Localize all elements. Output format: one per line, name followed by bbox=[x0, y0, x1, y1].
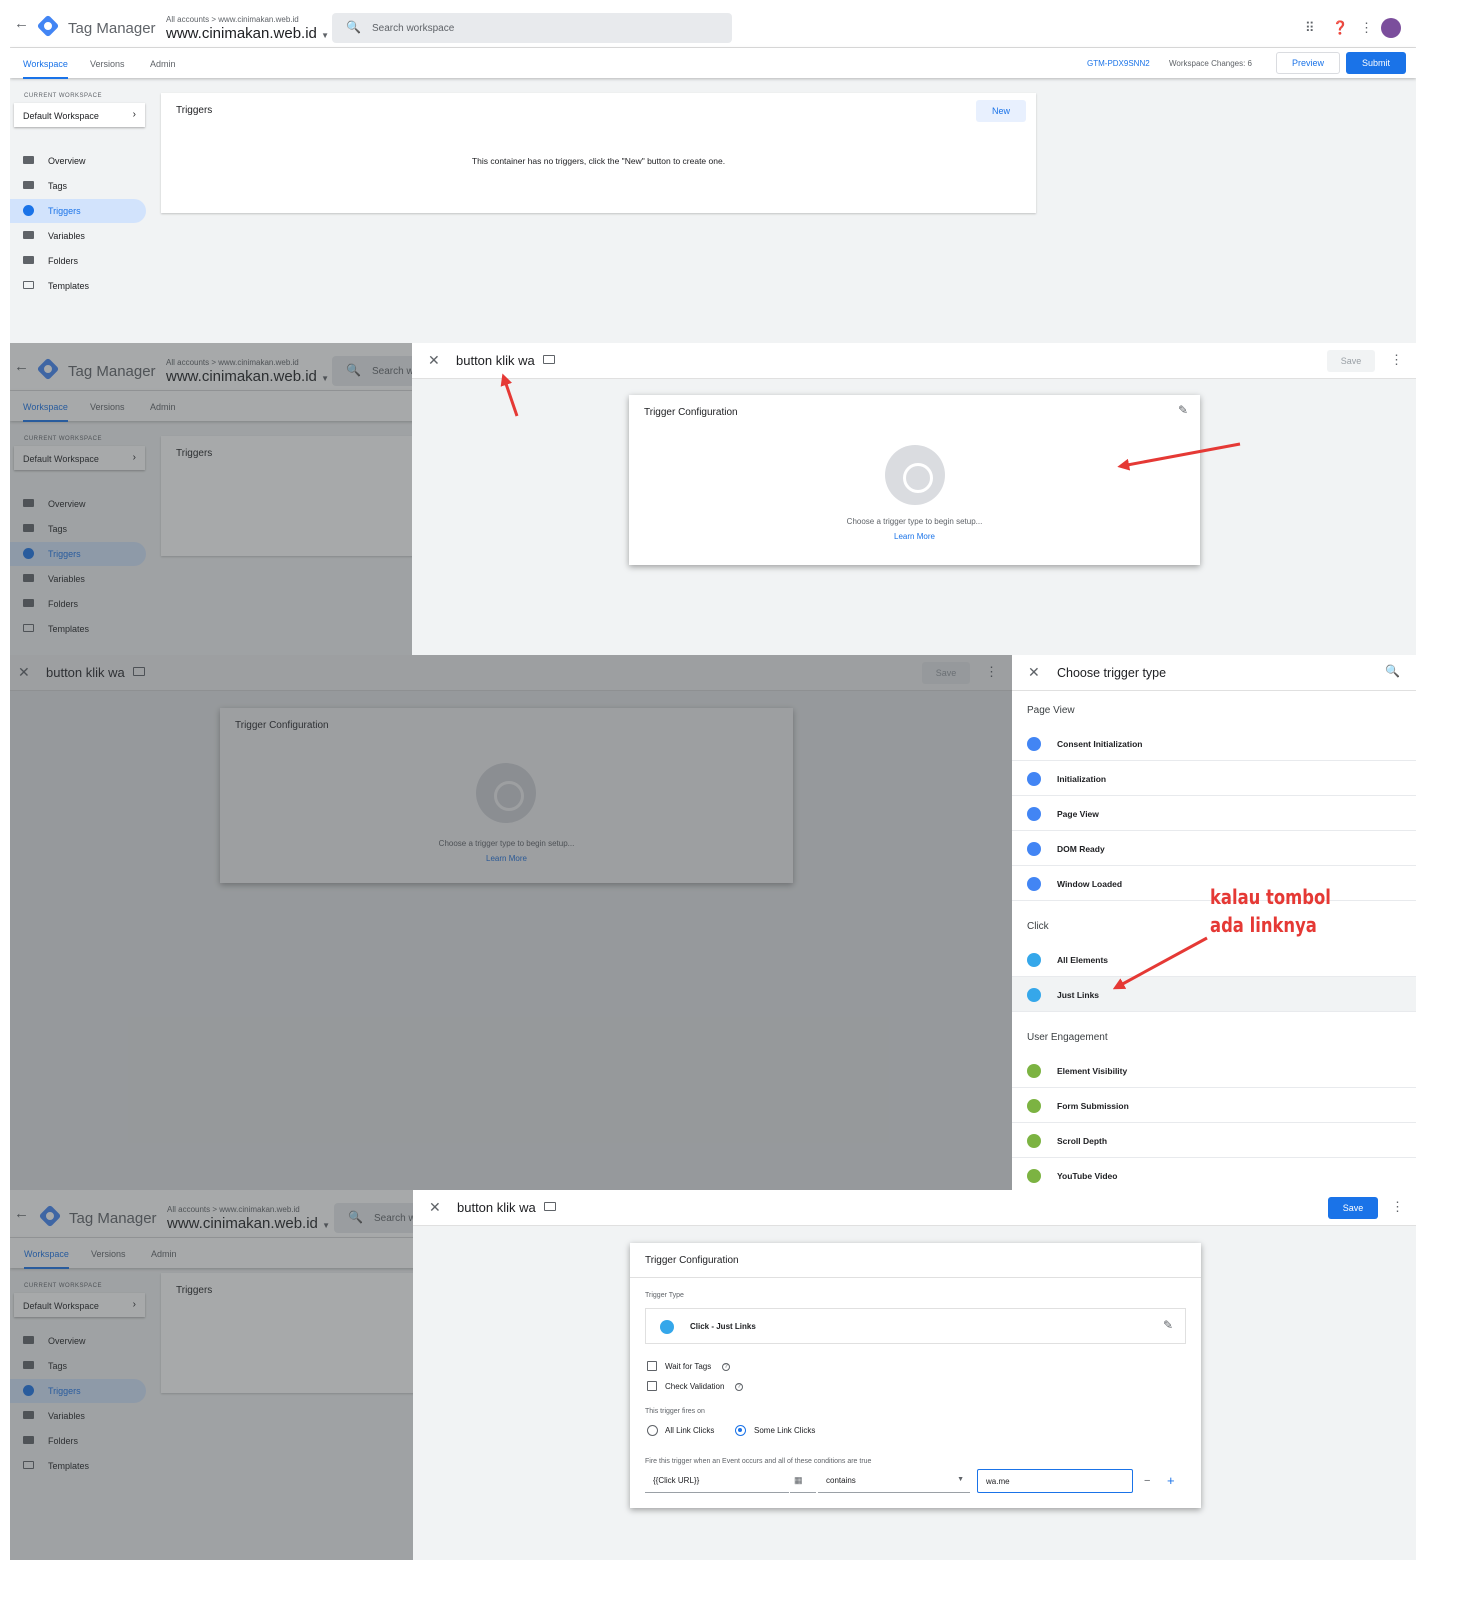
preview-button[interactable]: Preview bbox=[1276, 52, 1340, 74]
folder-icon[interactable] bbox=[544, 1202, 556, 1211]
condition-operator-value: contains bbox=[826, 1476, 856, 1485]
apps-grid-icon[interactable]: ⠿ bbox=[1305, 20, 1315, 36]
add-condition-button[interactable]: + bbox=[1167, 1473, 1175, 1488]
sidebar-item-templates[interactable]: Templates bbox=[10, 274, 146, 298]
trigger-type-value: Click - Just Links bbox=[690, 1322, 756, 1331]
arrow-to-just-links bbox=[1112, 936, 1208, 990]
help-icon[interactable]: ? bbox=[722, 1363, 730, 1371]
trigger-name[interactable]: button klik wa bbox=[457, 1200, 536, 1215]
sidebar-item-label: Triggers bbox=[48, 206, 81, 216]
annotation-arrows bbox=[500, 373, 1241, 471]
tab-admin[interactable]: Admin bbox=[150, 59, 176, 69]
divider bbox=[630, 1277, 1201, 1278]
tab-versions[interactable]: Versions bbox=[90, 59, 125, 69]
screenshot-panel-1: ← Tag Manager All accounts > www.cinimak… bbox=[10, 0, 1416, 343]
tab-bar: Workspace Versions Admin GTM-PDX9SNN2 Wo… bbox=[10, 48, 1416, 79]
arrow-to-trigger-configuration bbox=[1117, 442, 1241, 471]
search-bar[interactable]: 🔍 Search workspace bbox=[332, 13, 732, 43]
screenshot-panel-4: ← Tag Manager All accounts > www.cinimak… bbox=[10, 1190, 1416, 1560]
container-id[interactable]: GTM-PDX9SNN2 bbox=[1087, 59, 1150, 68]
condition-label: Fire this trigger when an Event occurs a… bbox=[645, 1458, 872, 1465]
condition-value-text: wa.me bbox=[986, 1477, 1010, 1486]
close-icon[interactable]: ✕ bbox=[429, 1199, 441, 1216]
some-link-clicks-radio[interactable] bbox=[735, 1425, 746, 1436]
trigger-configuration-card: Trigger Configuration Trigger Type Click… bbox=[630, 1243, 1201, 1508]
sidebar-item-tags[interactable]: Tags bbox=[10, 174, 146, 198]
trigger-editor: ✕ button klik wa Save ⋮ Trigger Configur… bbox=[413, 1190, 1416, 1560]
condition-variable-value: {{Click URL}} bbox=[653, 1476, 700, 1485]
editor-header: ✕ button klik wa Save ⋮ bbox=[413, 1190, 1416, 1226]
all-link-clicks-radio[interactable] bbox=[647, 1425, 658, 1436]
screenshot-panel-3: ✕ button klik wa Save ⋮ Trigger Configur… bbox=[10, 655, 1416, 1190]
chevron-right-icon: › bbox=[132, 109, 136, 120]
container-selector[interactable]: www.cinimakan.web.id ▼ bbox=[166, 25, 329, 42]
sidebar-item-folders[interactable]: Folders bbox=[10, 249, 146, 273]
check-validation-label: Check Validation bbox=[665, 1382, 725, 1391]
card-title: Triggers bbox=[176, 105, 213, 116]
variable-picker-icon[interactable]: ▦ bbox=[790, 1469, 816, 1493]
help-icon[interactable]: ? bbox=[735, 1383, 743, 1391]
some-link-clicks-label: Some Link Clicks bbox=[754, 1426, 816, 1435]
wait-for-tags-checkbox[interactable] bbox=[647, 1361, 657, 1371]
template-icon bbox=[23, 281, 34, 289]
sidebar-item-label: Tags bbox=[48, 181, 68, 191]
card-title: Trigger Configuration bbox=[645, 1255, 739, 1266]
submit-button[interactable]: Submit bbox=[1346, 52, 1406, 74]
new-trigger-button[interactable]: New bbox=[976, 100, 1026, 122]
sidebar-item-triggers[interactable]: Triggers bbox=[10, 199, 146, 223]
save-button[interactable]: Save bbox=[1328, 1197, 1378, 1219]
sidebar-item-label: Overview bbox=[48, 156, 86, 166]
help-icon[interactable]: ❓ bbox=[1332, 20, 1348, 36]
modal-scrim bbox=[10, 1190, 413, 1560]
link-icon bbox=[660, 1320, 674, 1334]
empty-state-message: This container has no triggers, click th… bbox=[471, 156, 726, 166]
trigger-icon bbox=[23, 205, 34, 216]
edit-pencil-icon[interactable]: ✎ bbox=[1163, 1318, 1173, 1332]
more-vert-icon[interactable]: ⋮ bbox=[1360, 20, 1373, 36]
sidebar-item-label: Variables bbox=[48, 231, 85, 241]
trigger-type-selector[interactable]: Click - Just Links ✎ bbox=[645, 1308, 1186, 1344]
condition-value-input[interactable]: wa.me bbox=[977, 1469, 1133, 1493]
search-input[interactable]: Search workspace bbox=[372, 23, 454, 34]
sidebar-item-variables[interactable]: Variables bbox=[10, 224, 146, 248]
tag-icon bbox=[23, 181, 34, 189]
all-link-clicks-label: All Link Clicks bbox=[665, 1426, 715, 1435]
top-bar: ← Tag Manager All accounts > www.cinimak… bbox=[10, 0, 1416, 48]
variables-icon bbox=[23, 231, 34, 239]
container-name: www.cinimakan.web.id bbox=[166, 25, 317, 42]
caret-down-icon: ▼ bbox=[321, 31, 329, 40]
sidebar-item-label: Folders bbox=[48, 256, 79, 266]
trigger-type-label: Trigger Type bbox=[645, 1292, 684, 1299]
fires-on-label: This trigger fires on bbox=[645, 1408, 705, 1415]
account-breadcrumb[interactable]: All accounts > www.cinimakan.web.id bbox=[166, 15, 299, 24]
overview-icon bbox=[23, 156, 34, 164]
workspace-selector[interactable]: Default Workspace › bbox=[14, 103, 145, 127]
avatar[interactable] bbox=[1381, 18, 1401, 38]
triggers-card: Triggers New This container has no trigg… bbox=[161, 93, 1036, 213]
more-vert-icon[interactable]: ⋮ bbox=[1391, 1199, 1404, 1215]
tag-manager-logo-icon bbox=[36, 14, 60, 38]
wait-for-tags-label: Wait for Tags bbox=[665, 1362, 712, 1371]
folder-icon bbox=[23, 256, 34, 264]
sidebar-item-label: Templates bbox=[48, 281, 90, 291]
tab-workspace[interactable]: Workspace bbox=[23, 59, 68, 79]
workspace-changes: Workspace Changes: 6 bbox=[1169, 59, 1253, 68]
condition-operator-select[interactable]: contains ▼ bbox=[818, 1469, 970, 1493]
back-arrow-icon[interactable]: ← bbox=[14, 15, 29, 32]
search-icon: 🔍 bbox=[346, 20, 361, 34]
remove-condition-button[interactable]: − bbox=[1144, 1475, 1150, 1487]
annotation-arrows bbox=[1112, 936, 1208, 990]
current-workspace-label: CURRENT WORKSPACE bbox=[24, 93, 102, 99]
arrow-to-trigger-name bbox=[500, 373, 519, 417]
gtm-workspace-view: ← Tag Manager All accounts > www.cinimak… bbox=[10, 0, 1416, 343]
sidebar-item-overview[interactable]: Overview bbox=[10, 149, 146, 173]
condition-variable-select[interactable]: {{Click URL}} bbox=[645, 1469, 789, 1493]
caret-down-icon: ▼ bbox=[957, 1476, 964, 1483]
screenshot-panel-2: ← Tag Manager All accounts > www.cinimak… bbox=[10, 343, 1416, 655]
check-validation-checkbox[interactable] bbox=[647, 1381, 657, 1391]
workspace-name: Default Workspace bbox=[23, 111, 99, 121]
brand-name: Tag Manager bbox=[68, 20, 156, 37]
